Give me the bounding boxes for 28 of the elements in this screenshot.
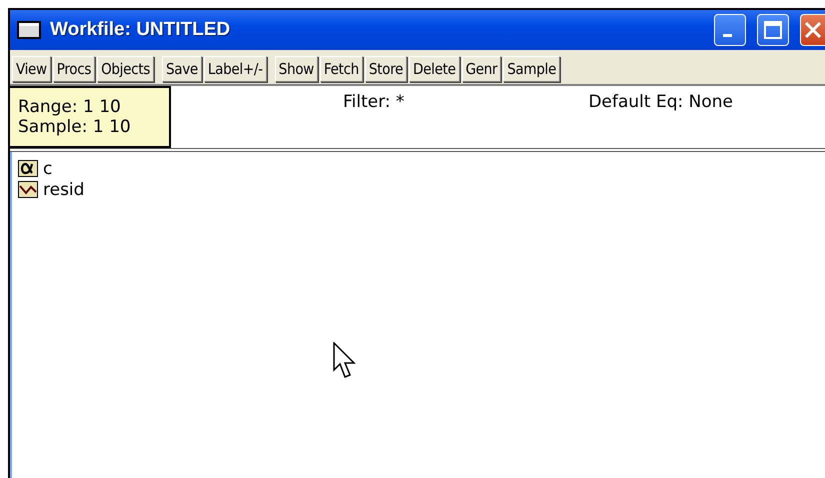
- toolbar-button[interactable]: Label+/-: [204, 56, 267, 82]
- maximize-icon: [763, 20, 783, 40]
- mouse-pointer-icon: [332, 342, 358, 380]
- close-button[interactable]: [800, 14, 825, 46]
- filter-label: Filter: *: [343, 92, 404, 114]
- range-label: Range: 1 10: [18, 97, 122, 117]
- minimize-icon: [722, 34, 732, 37]
- object-name[interactable]: c: [43, 158, 52, 178]
- toolbar-button[interactable]: Delete: [409, 56, 460, 82]
- toolbar-button[interactable]: Store: [364, 56, 408, 82]
- toolbar-button[interactable]: Objects: [97, 56, 154, 82]
- object-name[interactable]: resid: [43, 180, 84, 200]
- default-eq-label: Default Eq: None: [588, 92, 733, 114]
- line-graph-icon: [18, 181, 38, 198]
- toolbar-button[interactable]: Show: [274, 56, 318, 82]
- window-icon: [16, 20, 42, 40]
- sample-label: Sample: 1 10: [18, 117, 132, 137]
- toolbar-button[interactable]: Save: [162, 56, 202, 82]
- toolbar-button[interactable]: Genr: [462, 56, 502, 82]
- alpha-icon: [18, 160, 38, 177]
- minimize-button[interactable]: [714, 14, 746, 46]
- close-icon: [803, 20, 823, 40]
- toolbar-button[interactable]: Procs: [52, 56, 96, 82]
- toolbar-button[interactable]: Sample: [503, 56, 560, 82]
- toolbar-button[interactable]: Fetch: [320, 56, 363, 82]
- maximize-button[interactable]: [757, 14, 789, 46]
- toolbar-button[interactable]: View: [12, 56, 51, 82]
- window-title: Workfile: UNTITLED: [50, 19, 230, 41]
